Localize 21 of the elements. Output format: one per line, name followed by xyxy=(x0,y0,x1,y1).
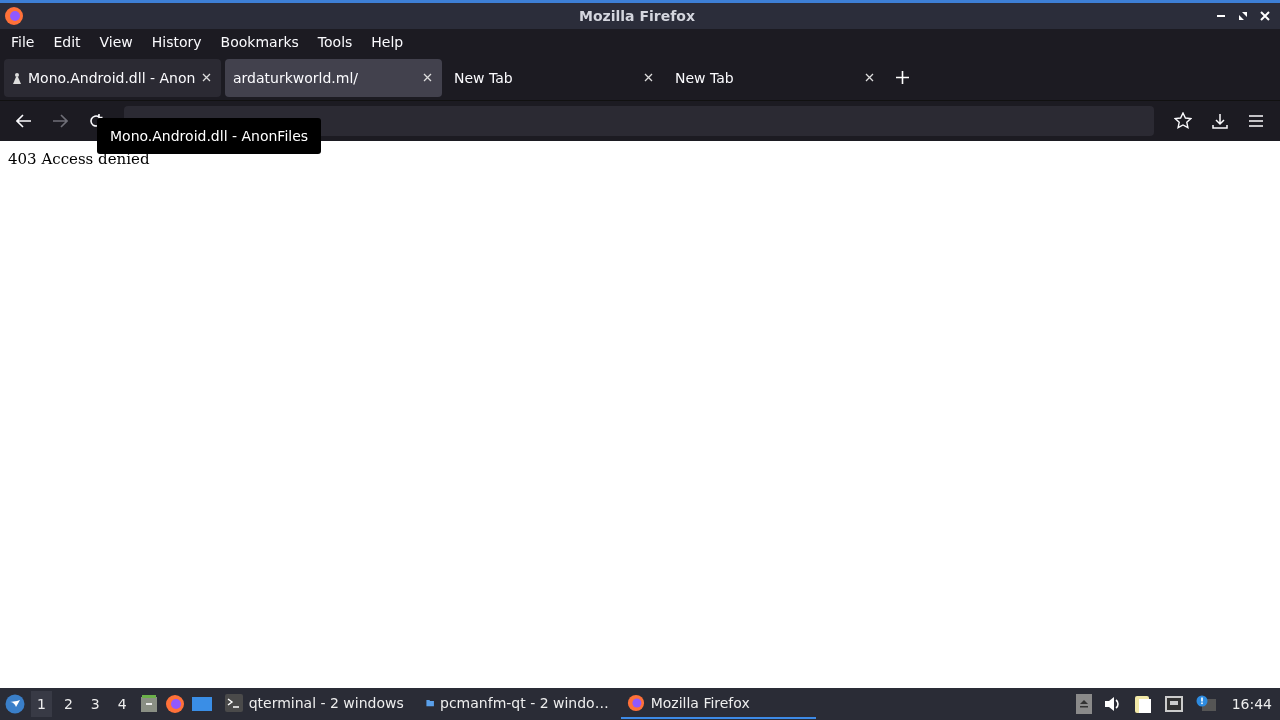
menu-item[interactable]: File xyxy=(3,34,43,50)
tooltip: Mono.Android.dll - AnonFiles xyxy=(97,118,322,154)
taskbar-task[interactable]: Mozilla Firefox xyxy=(620,689,816,719)
taskbar-task[interactable]: qterminal - 2 windows xyxy=(218,689,414,719)
menu-item[interactable]: View xyxy=(91,34,141,50)
menu-item[interactable]: Edit xyxy=(45,34,89,50)
workspace-button[interactable]: 2 xyxy=(57,691,79,717)
menu-item[interactable]: History xyxy=(143,34,210,50)
clock: 16:44 xyxy=(1231,696,1272,712)
browser-tab[interactable]: ardaturkworld.ml/ xyxy=(225,58,442,97)
menu-item[interactable]: Tools xyxy=(309,34,361,50)
workspace-button[interactable]: 4 xyxy=(111,691,133,717)
window-title: Mozilla Firefox xyxy=(579,8,695,24)
menu-item[interactable]: Help xyxy=(363,34,412,50)
taskbar-task[interactable]: pcmanfm-qt - 2 windo… xyxy=(419,689,615,719)
browser-tab[interactable]: New Tab xyxy=(667,58,884,97)
menu-item[interactable]: Bookmarks xyxy=(212,34,307,50)
browser-tab[interactable]: Mono.Android.dll - Anon xyxy=(4,58,221,97)
workspace-button[interactable]: 1 xyxy=(31,691,52,717)
workspace-button[interactable]: 3 xyxy=(84,691,106,717)
browser-tab[interactable]: New Tab xyxy=(446,58,663,97)
